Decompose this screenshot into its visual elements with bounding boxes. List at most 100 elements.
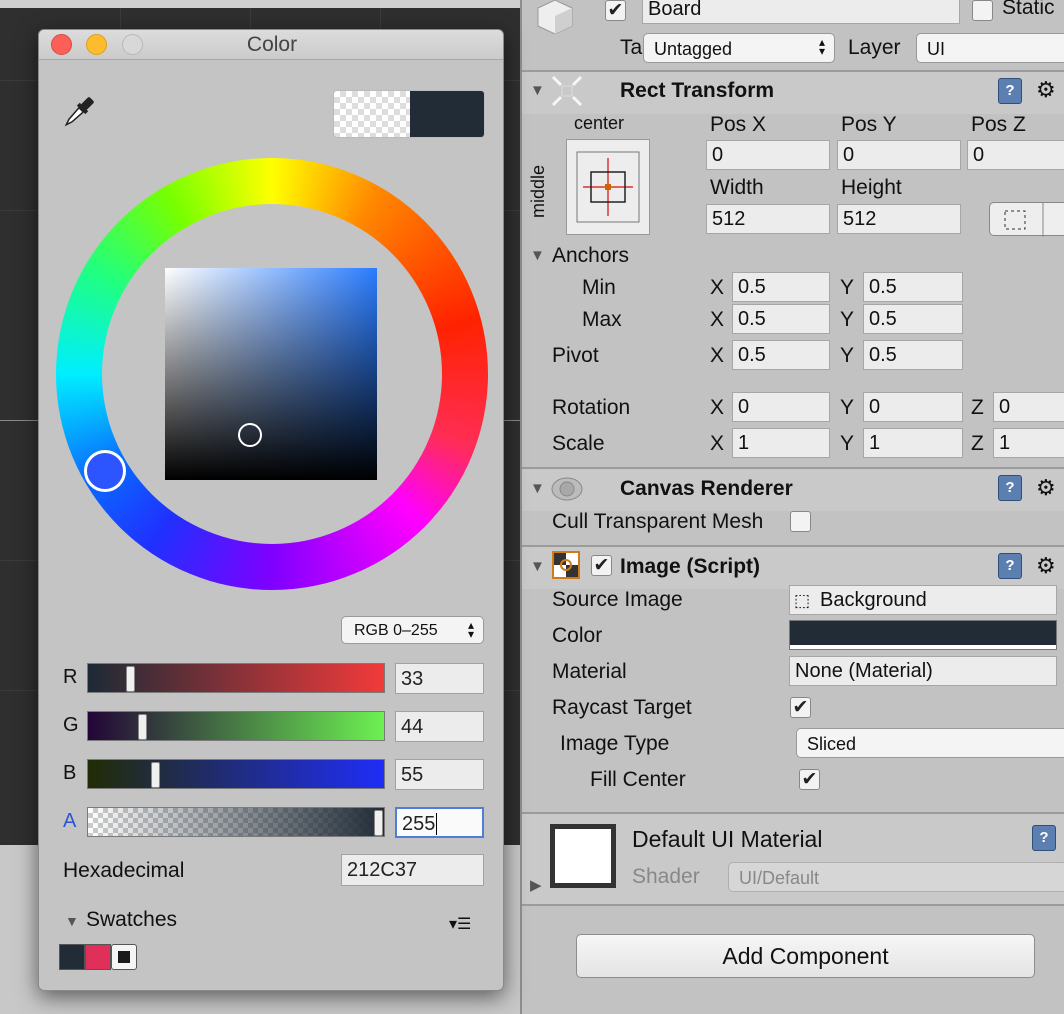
anchors-foldout-icon[interactable]: ▼ [530,247,545,264]
settings-icon[interactable]: ⚙ [1036,79,1056,101]
foldout-arrow-icon[interactable]: ▼ [530,82,545,99]
swatches-foldout-icon[interactable]: ▼ [65,913,79,929]
pos-y-label: Pos Y [841,113,897,136]
blue-slider[interactable] [87,759,385,789]
pivot-x-field[interactable]: 0.5 [732,340,830,370]
min-y-field[interactable]: 0.5 [863,272,963,302]
swatches-menu-icon[interactable]: ▾☰ [449,914,471,934]
object-name-field[interactable]: Board [642,0,960,24]
color-preview [333,90,485,138]
layer-dropdown[interactable]: UI [916,33,1064,63]
rot-y-axis: Y [840,396,855,419]
shader-dropdown[interactable]: UI/Default [728,862,1064,892]
image-title: Image (Script) [620,555,761,578]
help-icon[interactable]: ? [1032,825,1056,851]
blueprint-mode-button[interactable] [989,202,1064,237]
shader-value: UI/Default [739,868,820,888]
max-x-field[interactable]: 0.5 [732,304,830,334]
material-preview [550,824,616,888]
static-label: Static [1002,0,1055,19]
rot-y-field[interactable]: 0 [863,392,963,422]
rot-z-axis: Z [971,396,984,419]
alpha-slider[interactable] [87,807,385,837]
static-checkbox[interactable] [972,0,993,21]
cull-checkbox[interactable] [790,511,811,532]
anchor-preset-button[interactable] [566,139,650,235]
title-bar[interactable]: Color [39,30,503,60]
scene-toolbar [0,0,520,8]
pivot-label: Pivot [552,344,599,367]
max-y-field[interactable]: 0.5 [863,304,963,334]
color-mode-dropdown[interactable]: RGB 0–255 ▴ ▾ [341,616,484,644]
add-swatch-button[interactable] [111,944,137,970]
height-field[interactable]: 512 [837,204,961,234]
source-image-field[interactable]: ⬚ Background [789,585,1057,615]
green-field[interactable]: 44 [395,711,484,742]
color-mode-value: RGB 0–255 [354,622,438,639]
active-checkbox[interactable]: ✔ [605,0,626,21]
saturation-brightness-square[interactable] [165,268,377,480]
max-label: Max [582,308,622,331]
max-y-axis: Y [840,308,855,331]
image-type-dropdown[interactable]: Sliced [796,728,1064,758]
scale-z-field[interactable]: 1 [993,428,1064,458]
expand-arrow-icon[interactable]: ▶ [530,876,542,894]
alpha-field[interactable]: 255 [395,807,484,838]
swatches-label: Swatches [86,908,178,931]
pos-z-field[interactable]: 0 [967,140,1064,170]
help-icon[interactable]: ? [998,553,1022,579]
swatch[interactable] [85,944,111,970]
image-enabled-checkbox[interactable]: ✔ [591,555,612,576]
scale-y-field[interactable]: 1 [863,428,963,458]
min-x-field[interactable]: 0.5 [732,272,830,302]
pos-x-field[interactable]: 0 [706,140,830,170]
alpha-slider-knob[interactable] [374,810,383,836]
red-slider-knob[interactable] [125,666,135,692]
min-y-axis: Y [840,276,855,299]
green-slider[interactable] [87,711,385,741]
scale-x-field[interactable]: 1 [732,428,830,458]
blue-slider-knob[interactable] [150,762,160,788]
rot-x-axis: X [710,396,725,419]
width-field[interactable]: 512 [706,204,830,234]
green-label: G [63,714,79,736]
settings-icon[interactable]: ⚙ [1036,555,1056,577]
swatch[interactable] [59,944,85,970]
anchors-label: Anchors [552,244,630,267]
max-x-axis: X [710,308,725,331]
gameobject-icon [534,0,576,35]
pos-y-field[interactable]: 0 [837,140,961,170]
tag-dropdown[interactable]: Untagged ▴ ▾ [643,33,835,63]
fill-center-checkbox[interactable]: ✔ [799,769,820,790]
source-image-value: Background [820,589,927,611]
green-slider-knob[interactable] [138,714,148,740]
red-slider[interactable] [87,663,385,693]
foldout-arrow-icon[interactable]: ▼ [530,480,545,497]
min-x-axis: X [710,276,725,299]
color-label: Color [552,624,603,647]
sv-handle[interactable] [238,423,262,447]
rect-transform-header[interactable] [522,72,1064,114]
add-component-button[interactable]: Add Component [576,934,1035,978]
hue-handle[interactable] [84,450,126,492]
hex-field[interactable]: 212C37 [341,854,484,886]
rot-z-field[interactable]: 0 [993,392,1064,422]
pivot-y-field[interactable]: 0.5 [863,340,963,370]
raycast-label: Raycast Target [552,696,692,719]
rotation-label: Rotation [552,396,631,419]
scale-x-axis: X [710,432,725,455]
help-icon[interactable]: ? [998,78,1022,104]
shader-label: Shader [632,865,700,888]
pos-x-label: Pos X [710,113,767,136]
settings-icon[interactable]: ⚙ [1036,477,1056,499]
foldout-arrow-icon[interactable]: ▼ [530,558,545,575]
material-field[interactable]: None (Material) [789,656,1057,686]
blue-field[interactable]: 55 [395,759,484,790]
eyedropper-icon[interactable] [59,92,99,132]
raycast-checkbox[interactable]: ✔ [790,697,811,718]
canvas-renderer-header[interactable] [522,469,1064,511]
help-icon[interactable]: ? [998,475,1022,501]
red-field[interactable]: 33 [395,663,484,694]
rot-x-field[interactable]: 0 [732,392,830,422]
color-field[interactable] [789,620,1057,650]
